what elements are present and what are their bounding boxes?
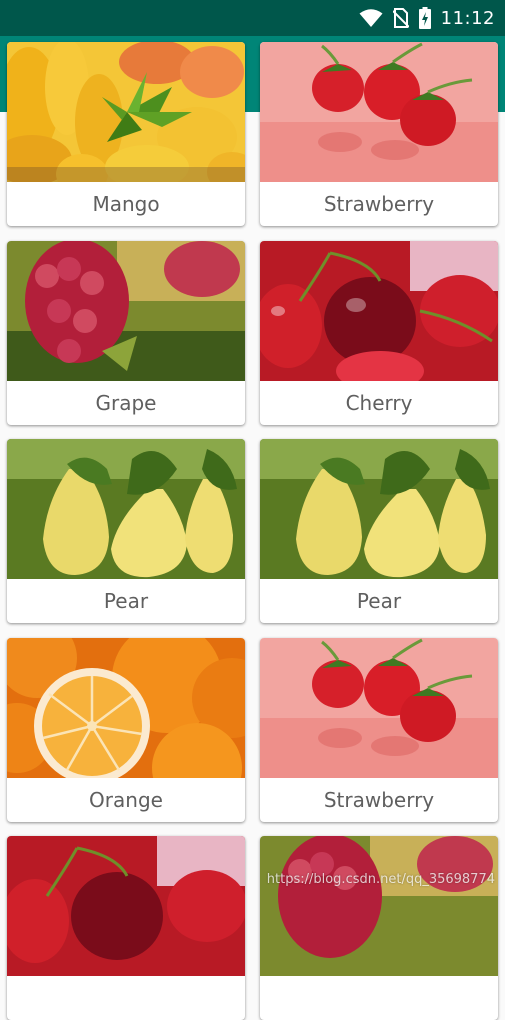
fruit-card[interactable]: Strawberry (260, 638, 498, 822)
card-label: Strawberry (323, 192, 435, 216)
card-label: Pear (103, 589, 149, 613)
fruit-card[interactable] (7, 836, 245, 1020)
card-label: Grape (95, 391, 157, 415)
card-label: Pear (356, 589, 402, 613)
fruit-card[interactable]: Strawberry (260, 42, 498, 226)
mango-image (7, 42, 245, 182)
pear-image (260, 439, 498, 579)
card-label: Strawberry (323, 788, 435, 812)
fruit-card[interactable]: Cherry (260, 241, 498, 425)
fruit-card[interactable]: Mango (7, 42, 245, 226)
fruit-grid: Mango Strawberry Grape Cherry Pear Pear … (0, 0, 505, 1020)
fruit-card[interactable]: Grape (7, 241, 245, 425)
orange-image (7, 638, 245, 778)
watermark-text: https://blog.csdn.net/qq_35698774 (266, 872, 495, 887)
fruit-card[interactable]: Pear (7, 439, 245, 623)
card-label: Cherry (345, 391, 413, 415)
grape-image (7, 241, 245, 381)
cherry-image (260, 241, 498, 381)
card-label: Orange (89, 788, 163, 812)
card-label (7, 976, 245, 1020)
strawberry-image (260, 638, 498, 778)
fruit-card[interactable]: Pear (260, 439, 498, 623)
card-label: Mango (92, 192, 160, 216)
fruit-card[interactable] (260, 836, 498, 1020)
pear-image (7, 439, 245, 579)
cherry-image (7, 836, 245, 976)
fruit-card[interactable]: Orange (7, 638, 245, 822)
grape-image (260, 836, 498, 976)
strawberry-image (260, 42, 498, 182)
card-label (260, 976, 498, 1020)
